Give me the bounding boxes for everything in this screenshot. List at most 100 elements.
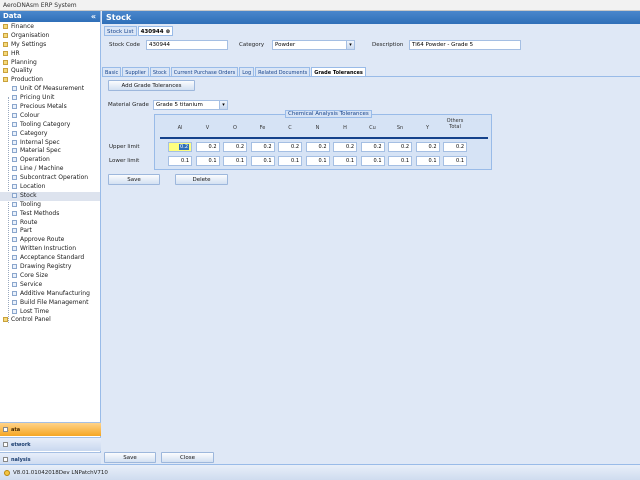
cell-value: 0.2 bbox=[236, 144, 244, 150]
sidebar-item-written-instruction[interactable]: Written Instruction bbox=[0, 245, 100, 254]
tolerance-input-upper-limit-n[interactable]: 0.2 bbox=[305, 142, 330, 152]
sidebar-item-precious-metals[interactable]: Precious Metals bbox=[0, 103, 100, 112]
tolerance-input-lower-limit-v[interactable]: 0.1 bbox=[195, 156, 220, 166]
chevron-down-icon[interactable]: ▾ bbox=[346, 41, 354, 49]
sidebar-item-route[interactable]: Route bbox=[0, 219, 100, 228]
tolerance-input-upper-limit-o[interactable]: 0.2 bbox=[223, 142, 247, 152]
sidebar-item-label: Internal Spec bbox=[20, 138, 60, 146]
sidebar-item-label: Tooling Category bbox=[20, 120, 71, 128]
window-title: AeroDNAsm ERP System bbox=[0, 0, 640, 11]
delete-button[interactable]: Delete bbox=[175, 174, 228, 185]
sidebar-item-line-machine[interactable]: Line / Machine bbox=[0, 165, 100, 174]
sidebar-item-finance[interactable]: Finance bbox=[0, 23, 100, 32]
sidebar-item-operation[interactable]: Operation bbox=[0, 156, 100, 165]
module-tab-ata[interactable]: ata bbox=[0, 422, 101, 436]
tolerance-input-lower-limit-n[interactable]: 0.1 bbox=[305, 156, 330, 166]
sidebar-item-hr[interactable]: HR bbox=[0, 50, 100, 59]
tolerance-input-upper-limit-fe[interactable]: 0.2 bbox=[250, 142, 275, 152]
category-value: Powder bbox=[275, 42, 296, 48]
stock-code-field[interactable]: 430944 bbox=[146, 40, 228, 50]
material-grade-value: Grade 5 titanium bbox=[156, 102, 203, 108]
sidebar-item-lost-time[interactable]: Lost Time bbox=[0, 308, 100, 317]
sidebar-item-additive-manufacturing[interactable]: Additive Manufacturing bbox=[0, 290, 100, 299]
sidebar-item-unit-of-measurement[interactable]: Unit Of Measurement bbox=[0, 85, 100, 94]
folder-icon bbox=[3, 32, 8, 38]
tolerance-input-lower-limit-al[interactable]: 0.1 bbox=[168, 156, 192, 166]
tolerance-input-upper-limit-h[interactable]: 0.2 bbox=[333, 142, 357, 152]
tolerance-input-lower-limit-h[interactable]: 0.1 bbox=[333, 156, 357, 166]
sidebar-item-core-size[interactable]: Core Size bbox=[0, 272, 100, 281]
tolerance-input-lower-limit-y[interactable]: 0.1 bbox=[415, 156, 440, 166]
sidebar-item-location[interactable]: Location bbox=[0, 183, 100, 192]
navigation-tree: Finance Organisation My Settings HR Planning… bbox=[0, 22, 100, 325]
description-label: Description bbox=[372, 42, 404, 48]
material-grade-select[interactable]: Grade 5 titanium ▾ bbox=[153, 100, 228, 110]
sidebar-item-part[interactable]: Part bbox=[0, 227, 100, 236]
tolerance-input-upper-limit-al[interactable]: 0.2 bbox=[168, 142, 192, 152]
column-header-sn: Sn bbox=[396, 125, 404, 131]
sidebar-item-service[interactable]: Service bbox=[0, 281, 100, 290]
tolerance-input-upper-limit-others-total[interactable]: 0.2 bbox=[443, 142, 467, 152]
tolerance-input-upper-limit-v[interactable]: 0.2 bbox=[195, 142, 220, 152]
tolerance-input-lower-limit-fe[interactable]: 0.1 bbox=[250, 156, 275, 166]
sidebar-item-acceptance-standard[interactable]: Acceptance Standard bbox=[0, 254, 100, 263]
tolerance-input-lower-limit-o[interactable]: 0.1 bbox=[223, 156, 247, 166]
sidebar-item-internal-spec[interactable]: Internal Spec bbox=[0, 139, 100, 148]
save-button[interactable]: Save bbox=[108, 174, 160, 185]
sidebar-item-label: Drawing Registry bbox=[20, 263, 72, 271]
cell-value: 0.1 bbox=[428, 158, 437, 164]
sidebar-item-planning[interactable]: Planning bbox=[0, 59, 100, 68]
cell-value: 0.1 bbox=[456, 158, 464, 164]
folder-icon bbox=[3, 50, 8, 56]
sidebar-item-colour[interactable]: Colour bbox=[0, 112, 100, 121]
sidebar-item-build-file-management[interactable]: Build File Management bbox=[0, 299, 100, 308]
module-tab-etwork[interactable]: etwork bbox=[0, 437, 101, 451]
document-icon bbox=[12, 95, 17, 101]
module-label: ata bbox=[11, 427, 21, 433]
cell-value: 0.1 bbox=[208, 158, 217, 164]
tolerance-input-upper-limit-cu[interactable]: 0.2 bbox=[360, 142, 385, 152]
description-field[interactable]: Ti64 Powder - Grade 5 bbox=[409, 40, 521, 50]
sidebar-item-stock[interactable]: Stock bbox=[0, 191, 100, 201]
sidebar-item-label: Approve Route bbox=[20, 236, 65, 244]
tolerance-input-upper-limit-sn[interactable]: 0.2 bbox=[388, 142, 412, 152]
sidebar-item-control-panel[interactable]: Control Panel bbox=[0, 316, 100, 325]
sidebar-item-test-methods[interactable]: Test Methods bbox=[0, 210, 100, 219]
sidebar-item-organisation[interactable]: Organisation bbox=[0, 32, 100, 41]
sidebar-item-material-spec[interactable]: Material Spec bbox=[0, 147, 100, 156]
tolerance-input-lower-limit-c[interactable]: 0.1 bbox=[278, 156, 302, 166]
sidebar-item-label: Pricing Unit bbox=[20, 94, 55, 102]
collapse-icon[interactable]: « bbox=[91, 11, 96, 22]
sidebar-item-label: Lost Time bbox=[20, 307, 49, 315]
cell-value: 0.1 bbox=[373, 158, 382, 164]
document-icon bbox=[12, 246, 17, 252]
close-button[interactable]: Close bbox=[161, 452, 214, 463]
document-icon bbox=[12, 219, 17, 225]
add-grade-tolerances-button[interactable]: Add Grade Tolerances bbox=[108, 80, 195, 91]
category-select[interactable]: Powder ▾ bbox=[272, 40, 355, 50]
sidebar-item-label: Quality bbox=[11, 67, 33, 75]
tolerance-input-upper-limit-c[interactable]: 0.2 bbox=[278, 142, 302, 152]
cell-value: 0.1 bbox=[263, 158, 272, 164]
sidebar-item-subcontract-operation[interactable]: Subcontract Operation bbox=[0, 174, 100, 183]
tab-stock-list[interactable]: Stock List bbox=[104, 26, 137, 36]
close-icon[interactable]: ⊗ bbox=[166, 29, 171, 35]
sidebar-item-drawing-registry[interactable]: Drawing Registry bbox=[0, 263, 100, 272]
sidebar-item-tooling[interactable]: Tooling bbox=[0, 201, 100, 210]
sidebar-item-production[interactable]: Production bbox=[0, 76, 100, 85]
tolerance-input-lower-limit-others-total[interactable]: 0.1 bbox=[443, 156, 467, 166]
sidebar-item-approve-route[interactable]: Approve Route bbox=[0, 236, 100, 245]
tolerance-input-upper-limit-y[interactable]: 0.2 bbox=[415, 142, 440, 152]
sidebar-item-tooling-category[interactable]: Tooling Category bbox=[0, 121, 100, 130]
sidebar-item-my-settings[interactable]: My Settings bbox=[0, 41, 100, 50]
sidebar-item-label: HR bbox=[11, 49, 20, 57]
sidebar-item-pricing-unit[interactable]: Pricing Unit bbox=[0, 94, 100, 103]
chevron-down-icon[interactable]: ▾ bbox=[219, 101, 227, 109]
sidebar-item-category[interactable]: Category bbox=[0, 130, 100, 139]
tolerance-input-lower-limit-sn[interactable]: 0.1 bbox=[388, 156, 412, 166]
tab-430944[interactable]: 430944 ⊗ bbox=[137, 26, 174, 36]
tolerance-input-lower-limit-cu[interactable]: 0.1 bbox=[360, 156, 385, 166]
footer-save-button[interactable]: Save bbox=[104, 452, 156, 463]
sidebar-item-quality[interactable]: Quality bbox=[0, 67, 100, 76]
folder-icon bbox=[3, 68, 8, 74]
